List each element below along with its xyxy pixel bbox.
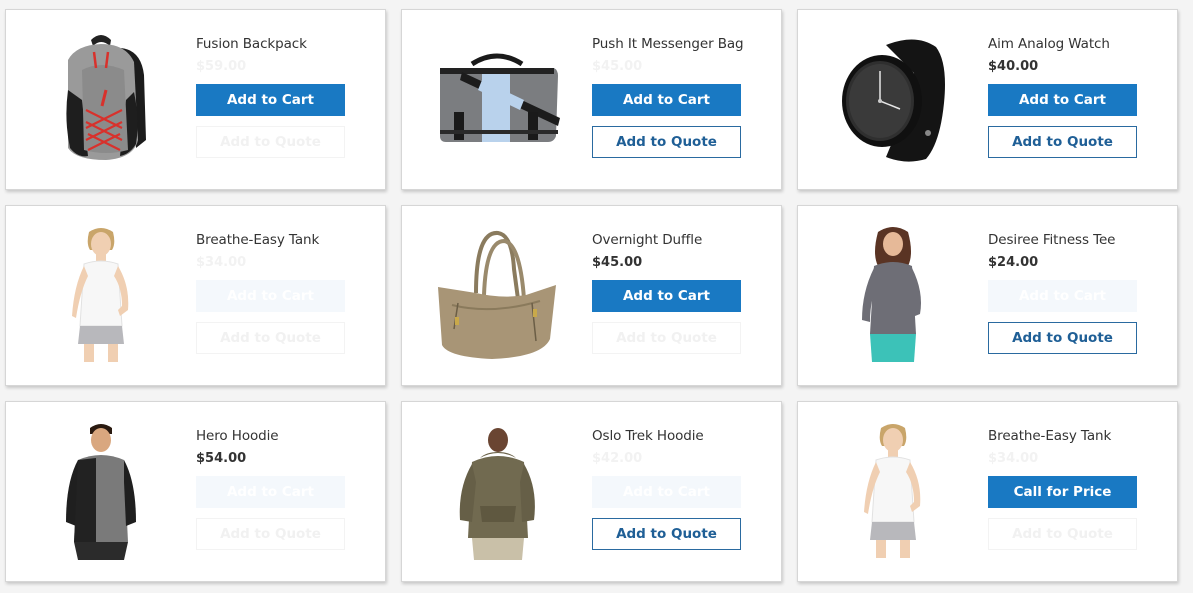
product-price: $24.00 (988, 255, 1039, 270)
product-card: Desiree Fitness Tee $24.00 Add to Cart A… (797, 205, 1178, 386)
product-price: $34.00 (196, 255, 247, 270)
watch-image (841, 38, 945, 162)
product-card: Breathe-Easy Tank $34.00 Add to Cart Add… (5, 205, 386, 386)
add-to-quote-button[interactable]: Add to Quote (988, 518, 1137, 550)
product-image[interactable] (818, 218, 968, 374)
add-to-quote-button[interactable]: Add to Quote (592, 518, 741, 550)
product-name[interactable]: Fusion Backpack (196, 35, 356, 53)
product-price: $45.00 (592, 59, 643, 74)
add-to-cart-button[interactable]: Add to Cart (196, 84, 345, 116)
product-card: Fusion Backpack $59.00 Add to Cart Add t… (5, 9, 386, 190)
product-card: Aim Analog Watch $40.00 Add to Cart Add … (797, 9, 1178, 190)
add-to-quote-button[interactable]: Add to Quote (196, 126, 345, 158)
product-price: $34.00 (988, 451, 1039, 466)
product-price: $54.00 (196, 451, 247, 466)
product-price: $42.00 (592, 451, 643, 466)
product-price: $45.00 (592, 255, 643, 270)
tank-top-model-image (72, 228, 129, 362)
product-price: $59.00 (196, 59, 247, 74)
add-to-cart-button[interactable]: Add to Cart (988, 84, 1137, 116)
add-to-quote-button[interactable]: Add to Quote (988, 126, 1137, 158)
product-name[interactable]: Desiree Fitness Tee (988, 231, 1148, 249)
product-name[interactable]: Overnight Duffle (592, 231, 752, 249)
product-name[interactable]: Breathe-Easy Tank (196, 231, 356, 249)
product-card: Overnight Duffle $45.00 Add to Cart Add … (401, 205, 782, 386)
product-grid: Fusion Backpack $59.00 Add to Cart Add t… (0, 0, 1193, 593)
add-to-quote-button[interactable]: Add to Quote (988, 322, 1137, 354)
add-to-cart-button[interactable]: Add to Cart (592, 476, 741, 508)
product-image[interactable] (422, 218, 572, 374)
hoodie-model-image (66, 424, 136, 560)
product-image[interactable] (26, 218, 176, 374)
fitness-tee-model-image (862, 227, 921, 362)
product-image[interactable] (818, 414, 968, 570)
product-image[interactable] (422, 414, 572, 570)
product-name[interactable]: Hero Hoodie (196, 427, 356, 445)
product-name[interactable]: Aim Analog Watch (988, 35, 1148, 53)
call-for-price-button[interactable]: Call for Price (988, 476, 1137, 508)
trek-hoodie-model-image (459, 428, 535, 560)
add-to-quote-button[interactable]: Add to Quote (592, 126, 741, 158)
product-image[interactable] (26, 414, 176, 570)
product-image[interactable] (818, 22, 968, 178)
add-to-cart-button[interactable]: Add to Cart (196, 280, 345, 312)
product-price: $40.00 (988, 59, 1039, 74)
product-name[interactable]: Push It Messenger Bag (592, 35, 752, 53)
product-card: Push It Messenger Bag $45.00 Add to Cart… (401, 9, 782, 190)
tank-top-model-image (864, 424, 921, 558)
product-card: Breathe-Easy Tank $34.00 Call for Price … (797, 401, 1178, 582)
add-to-cart-button[interactable]: Add to Cart (196, 476, 345, 508)
add-to-cart-button[interactable]: Add to Cart (988, 280, 1137, 312)
duffle-bag-image (438, 230, 556, 359)
product-name[interactable]: Breathe-Easy Tank (988, 427, 1148, 445)
add-to-quote-button[interactable]: Add to Quote (196, 322, 345, 354)
messenger-bag-image (440, 53, 560, 142)
add-to-cart-button[interactable]: Add to Cart (592, 280, 741, 312)
backpack-image (66, 35, 146, 160)
product-name[interactable]: Oslo Trek Hoodie (592, 427, 752, 445)
add-to-cart-button[interactable]: Add to Cart (592, 84, 741, 116)
add-to-quote-button[interactable]: Add to Quote (592, 322, 741, 354)
product-image[interactable] (26, 22, 176, 178)
add-to-quote-button[interactable]: Add to Quote (196, 518, 345, 550)
product-card: Hero Hoodie $54.00 Add to Cart Add to Qu… (5, 401, 386, 582)
product-card: Oslo Trek Hoodie $42.00 Add to Cart Add … (401, 401, 782, 582)
product-image[interactable] (422, 22, 572, 178)
